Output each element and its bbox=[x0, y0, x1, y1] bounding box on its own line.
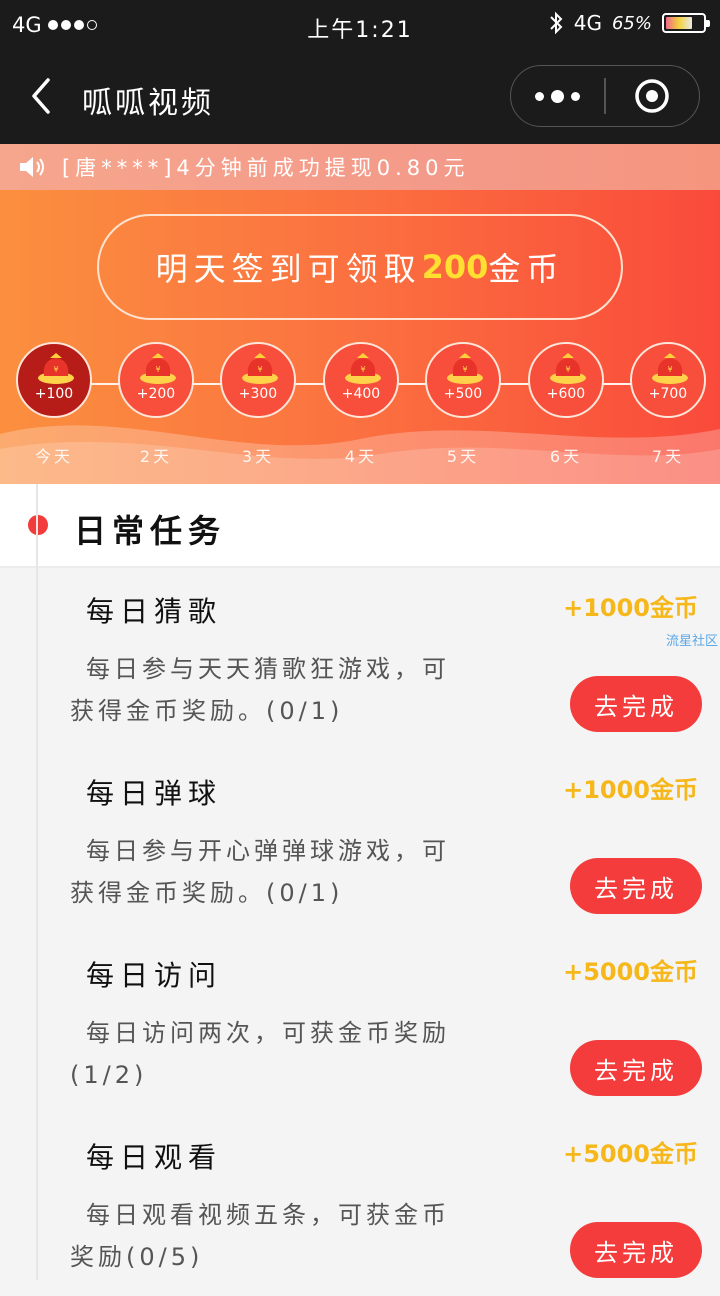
task-description: 每日访问两次，可获金币奖励(1/2) bbox=[70, 1019, 450, 1089]
banner-suffix: 金币 bbox=[488, 250, 565, 288]
day-label: 4天 bbox=[344, 447, 378, 466]
battery-icon bbox=[662, 13, 710, 33]
checkin-day-2[interactable]: ¥ +200 bbox=[118, 342, 194, 418]
task-title: 每日猜歌 bbox=[86, 595, 223, 628]
task-title: 每日观看 bbox=[86, 1141, 223, 1174]
task-reward: +5000金币 bbox=[563, 1140, 698, 1168]
coin-bag-icon: ¥ bbox=[652, 353, 688, 384]
task-reward: +5000金币 bbox=[563, 958, 698, 986]
svg-text:¥: ¥ bbox=[257, 365, 262, 374]
notice-text: [唐****]4分钟前成功提现0.80元 bbox=[62, 156, 470, 180]
page-title: 呱呱视频 bbox=[82, 86, 214, 121]
checkin-day-4[interactable]: ¥ +400 bbox=[323, 342, 399, 418]
day-label: 3天 bbox=[241, 447, 275, 466]
day-amount: +500 bbox=[443, 386, 483, 402]
svg-text:¥: ¥ bbox=[360, 365, 365, 374]
day-label: 今天 bbox=[34, 447, 73, 466]
withdraw-notice-bar: [唐****]4分钟前成功提现0.80元 bbox=[0, 144, 720, 190]
day-label: 7天 bbox=[651, 447, 685, 466]
checkin-banner-button[interactable]: 明天签到可领取 200 金币 bbox=[97, 214, 623, 320]
svg-text:¥: ¥ bbox=[462, 365, 467, 374]
checkin-day-7[interactable]: ¥ +700 bbox=[630, 342, 706, 418]
svg-text:¥: ¥ bbox=[667, 365, 672, 374]
more-button[interactable] bbox=[511, 66, 604, 126]
task-complete-button[interactable]: 去完成 bbox=[570, 1040, 702, 1096]
coin-bag-icon: ¥ bbox=[447, 353, 483, 384]
day-amount: +600 bbox=[546, 386, 586, 402]
task-description: 每日参与天天猜歌狂游戏，可获得金币奖励。(0/1) bbox=[70, 655, 450, 725]
task-description: 每日观看视频五条，可获金币奖励(0/5) bbox=[70, 1201, 450, 1271]
task-item: 每日观看 +5000金币 每日观看视频五条，可获金币奖励(0/5) 去完成 bbox=[0, 1114, 720, 1296]
checkin-panel: 明天签到可领取 200 金币 ¥ +100 ¥ +200 ¥ +300 ¥ +4… bbox=[0, 190, 720, 484]
task-item: 每日弹球 +1000金币 每日参与开心弹弹球游戏，可获得金币奖励。(0/1) 去… bbox=[0, 750, 720, 932]
coin-bag-icon: ¥ bbox=[550, 353, 586, 384]
checkin-day-5[interactable]: ¥ +500 bbox=[425, 342, 501, 418]
coin-bag-icon: ¥ bbox=[140, 353, 176, 384]
banner-prefix: 明天签到可领取 bbox=[155, 250, 422, 288]
task-item: 每日访问 +5000金币 每日访问两次，可获金币奖励(1/2) 去完成 bbox=[0, 932, 720, 1114]
miniprogram-capsule bbox=[510, 65, 700, 127]
task-reward: +1000金币 bbox=[563, 594, 698, 622]
section-title: 日常任务 bbox=[74, 512, 227, 550]
coin-bag-icon: ¥ bbox=[345, 353, 381, 384]
day-amount: +700 bbox=[648, 386, 688, 402]
checkin-day-3[interactable]: ¥ +300 bbox=[220, 342, 296, 418]
close-button[interactable] bbox=[606, 66, 699, 126]
battery-percent: 65% bbox=[611, 12, 652, 34]
day-amount: +100 bbox=[34, 386, 74, 402]
task-title: 每日弹球 bbox=[86, 777, 223, 810]
checkin-day-1[interactable]: ¥ +100 bbox=[16, 342, 92, 418]
task-item: 每日猜歌 +1000金币 每日参与天天猜歌狂游戏，可获得金币奖励。(0/1) 去… bbox=[0, 568, 720, 750]
task-title: 每日访问 bbox=[86, 959, 223, 992]
day-amount: +400 bbox=[341, 386, 381, 402]
day-label: 5天 bbox=[446, 447, 480, 466]
svg-text:¥: ¥ bbox=[155, 365, 160, 374]
checkin-day-6[interactable]: ¥ +600 bbox=[528, 342, 604, 418]
task-complete-button[interactable]: 去完成 bbox=[570, 1222, 702, 1278]
coin-bag-icon: ¥ bbox=[38, 353, 74, 384]
task-complete-button[interactable]: 去完成 bbox=[570, 676, 702, 732]
section-header: 日常任务 bbox=[0, 484, 720, 568]
section-dot-icon bbox=[28, 515, 48, 535]
day-label: 2天 bbox=[139, 447, 173, 466]
status-bar: 4G 上午1:21 4G 65% bbox=[0, 0, 720, 50]
speaker-icon bbox=[20, 157, 44, 177]
task-complete-button[interactable]: 去完成 bbox=[570, 858, 702, 914]
banner-amount: 200 bbox=[421, 248, 489, 286]
svg-text:¥: ¥ bbox=[53, 365, 58, 374]
bluetooth-icon bbox=[550, 11, 563, 35]
target-close-icon bbox=[635, 79, 670, 113]
network-type-label: 4G bbox=[573, 11, 602, 35]
back-button[interactable] bbox=[22, 76, 62, 116]
navigation-bar: 呱呱视频 bbox=[0, 50, 720, 144]
day-amount: +300 bbox=[238, 386, 278, 402]
task-reward: +1000金币 bbox=[563, 776, 698, 804]
chevron-left-icon bbox=[32, 78, 50, 114]
coin-bag-icon: ¥ bbox=[242, 353, 278, 384]
day-amount: +200 bbox=[136, 386, 176, 402]
svg-text:¥: ¥ bbox=[565, 365, 570, 374]
day-label: 6天 bbox=[549, 447, 583, 466]
task-description: 每日参与开心弹弹球游戏，可获得金币奖励。(0/1) bbox=[70, 837, 450, 907]
